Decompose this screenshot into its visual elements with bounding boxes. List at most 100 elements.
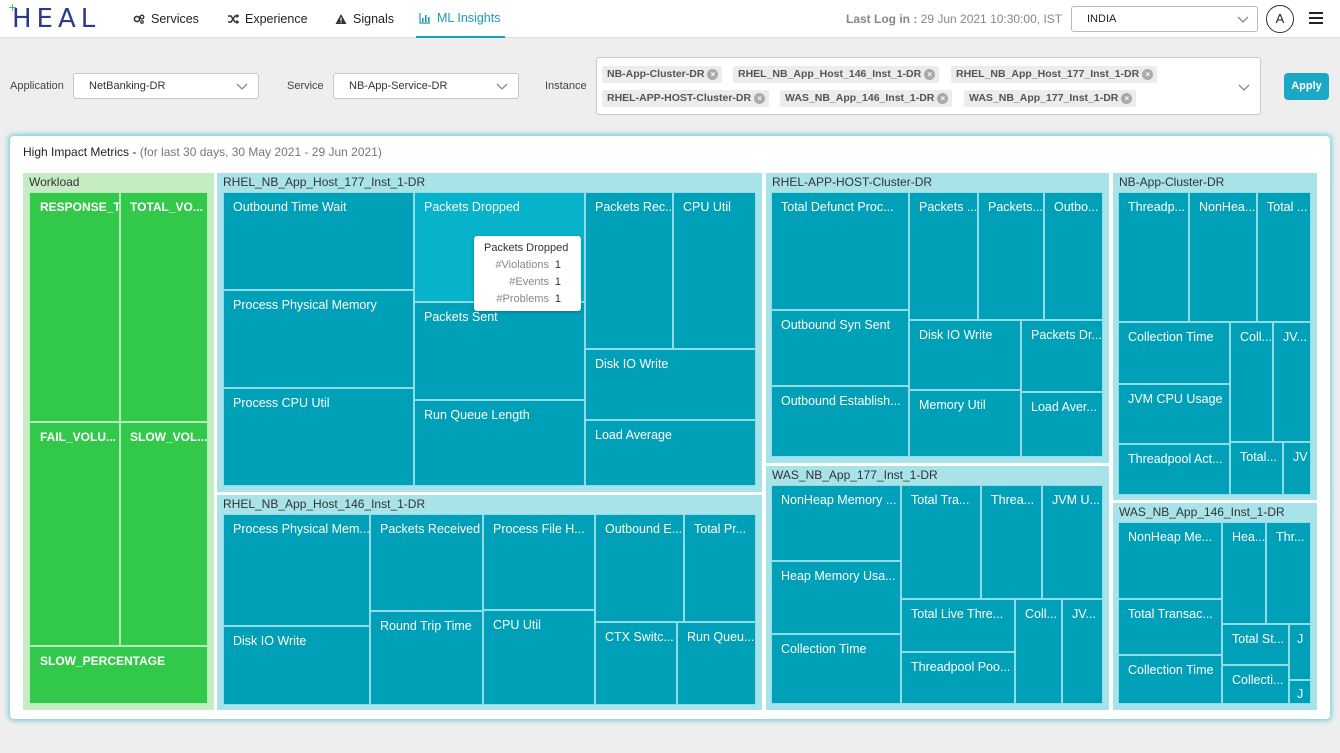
- treemap-cell[interactable]: Total Pr...: [684, 514, 756, 622]
- treemap-cell[interactable]: Collection Time: [1118, 655, 1222, 704]
- treemap-cell[interactable]: JVM U...: [1042, 485, 1103, 599]
- treemap-cell[interactable]: Total Tra...: [901, 485, 981, 599]
- treemap-cell[interactable]: Total Live Thre...: [901, 599, 1015, 652]
- group-title: Workload: [29, 175, 80, 189]
- treemap-cell[interactable]: Coll...: [1230, 322, 1273, 442]
- treemap-cell[interactable]: Outbound E...: [595, 514, 684, 622]
- treemap-cell[interactable]: Threadp...: [1118, 192, 1189, 322]
- treemap-cell[interactable]: NonHea...: [1189, 192, 1257, 322]
- treemap-cell[interactable]: JV...: [1062, 599, 1103, 704]
- treemap-cell[interactable]: Outbound Establish...: [771, 386, 909, 457]
- treemap-cell[interactable]: Packets...: [978, 192, 1044, 320]
- group-title: WAS_NB_App_146_Inst_1-DR: [1119, 505, 1285, 519]
- top-navbar: + HEAL Services Experience Signals ML Ins…: [0, 0, 1340, 38]
- treemap-cell[interactable]: Total...: [1230, 442, 1283, 495]
- treemap-cell[interactable]: JVM CPU Usage: [1118, 384, 1230, 444]
- treemap-cell[interactable]: Load Average: [585, 420, 756, 486]
- treemap-cell[interactable]: NonHeap Memory ...: [771, 485, 901, 561]
- nav-ml-insights[interactable]: ML Insights: [416, 0, 505, 38]
- treemap-cell[interactable]: Packets Dr...: [1021, 320, 1103, 392]
- treemap-cell[interactable]: CPU Util: [673, 192, 756, 349]
- treemap-cell[interactable]: NonHeap Me...: [1118, 522, 1222, 599]
- group-title: RHEL_NB_App_Host_146_Inst_1-DR: [223, 497, 426, 511]
- instance-chip: RHEL_NB_App_Host_177_Inst_1-DR ×: [951, 66, 1158, 83]
- treemap-cell[interactable]: Disk IO Write: [585, 349, 756, 420]
- treemap-cell[interactable]: Round Trip Time: [370, 611, 483, 705]
- treemap-cell[interactable]: Hea...: [1222, 522, 1266, 624]
- remove-chip-icon[interactable]: ×: [1142, 69, 1154, 80]
- treemap-cell[interactable]: Collection Time: [771, 634, 901, 704]
- treemap-cell[interactable]: Thr...: [1266, 522, 1311, 624]
- remove-chip-icon[interactable]: ×: [1121, 93, 1133, 104]
- treemap-cell[interactable]: Packets Received: [370, 514, 483, 611]
- treemap-group-host177: RHEL_NB_App_Host_177_Inst_1-DR Outbound …: [217, 173, 762, 492]
- treemap-cell[interactable]: Total St...: [1222, 624, 1289, 665]
- treemap-cell[interactable]: RESPONSE_T...: [29, 192, 120, 422]
- treemap-cell[interactable]: Packets ...: [909, 192, 978, 320]
- treemap-cell[interactable]: Collection Time: [1118, 322, 1230, 384]
- treemap-cell[interactable]: JV...: [1273, 322, 1311, 442]
- treemap-cell[interactable]: Outbound Time Wait: [223, 192, 414, 290]
- instance-chip: RHEL-APP-HOST-Cluster-DR ×: [602, 90, 770, 107]
- application-select[interactable]: NetBanking-DR: [73, 73, 259, 99]
- treemap-cell[interactable]: Process Physical Memory: [223, 290, 414, 388]
- treemap-cell[interactable]: Outbo...: [1044, 192, 1103, 320]
- treemap-group-cluster: RHEL-APP-HOST-Cluster-DR Total Defunct P…: [766, 173, 1109, 463]
- treemap-group-was146: WAS_NB_App_146_Inst_1-DR NonHeap Me... H…: [1113, 503, 1317, 710]
- treemap-cell[interactable]: Coll...: [1015, 599, 1062, 704]
- treemap-cell[interactable]: Collecti...: [1222, 665, 1289, 704]
- chevron-down-icon: [496, 83, 508, 90]
- treemap-cell[interactable]: FAIL_VOLU...: [29, 422, 120, 646]
- treemap-cell[interactable]: JV: [1283, 442, 1311, 495]
- remove-chip-icon[interactable]: ×: [754, 93, 766, 104]
- treemap-cell[interactable]: Disk IO Write: [909, 320, 1021, 390]
- nav-experience[interactable]: Experience: [227, 0, 308, 38]
- treemap-cell[interactable]: Heap Memory Usa...: [771, 561, 901, 634]
- treemap-cell[interactable]: Outbound Syn Sent: [771, 310, 909, 386]
- treemap-cell[interactable]: Memory Util: [909, 390, 1021, 457]
- remove-chip-icon[interactable]: ×: [707, 69, 719, 80]
- treemap-cell[interactable]: Total Defunct Proc...: [771, 192, 909, 310]
- last-login: Last Log in : 29 Jun 2021 10:30:00, IST: [846, 12, 1063, 26]
- treemap-cell[interactable]: Run Queu...: [677, 622, 756, 705]
- instance-multiselect[interactable]: NB-App-Cluster-DR × RHEL_NB_App_Host_146_…: [596, 57, 1261, 115]
- treemap-cell[interactable]: Total Transac...: [1118, 599, 1222, 655]
- treemap-cell[interactable]: TOTAL_VO...: [120, 192, 208, 422]
- treemap-cell[interactable]: Process File H...: [483, 514, 595, 610]
- remove-chip-icon[interactable]: ×: [924, 69, 936, 80]
- menu-icon[interactable]: [1309, 12, 1323, 27]
- nav-services[interactable]: Services: [133, 0, 199, 38]
- treemap-cell[interactable]: Process CPU Util: [223, 388, 414, 486]
- treemap-cell[interactable]: Threadpool Poo...: [901, 652, 1015, 704]
- treemap-cell[interactable]: J: [1289, 624, 1311, 680]
- treemap-cell[interactable]: Disk IO Write: [223, 626, 370, 705]
- nav-signals[interactable]: Signals: [335, 0, 394, 38]
- country-select[interactable]: INDIA: [1071, 6, 1258, 32]
- treemap-cell[interactable]: Packets Sent: [414, 302, 585, 400]
- treemap-cell[interactable]: Threa...: [981, 485, 1042, 599]
- treemap-cell[interactable]: Threadpool Act...: [1118, 444, 1230, 495]
- group-title: NB-App-Cluster-DR: [1119, 175, 1225, 189]
- bar-chart-icon: [419, 13, 430, 24]
- treemap-group-workload: Workload RESPONSE_T... TOTAL_VO... FAIL_…: [23, 173, 214, 710]
- treemap-cell[interactable]: Process Physical Mem...: [223, 514, 370, 626]
- chevron-down-icon[interactable]: [1238, 81, 1250, 93]
- treemap-cell[interactable]: CPU Util: [483, 610, 595, 705]
- service-select[interactable]: NB-App-Service-DR: [333, 73, 519, 99]
- treemap-cell[interactable]: J: [1289, 680, 1311, 704]
- treemap-cell[interactable]: Load Aver...: [1021, 392, 1103, 457]
- treemap-cell[interactable]: Total ...: [1257, 192, 1311, 322]
- treemap-cell[interactable]: Packets Rec...: [585, 192, 673, 349]
- apply-button[interactable]: Apply: [1284, 73, 1329, 100]
- heal-logo[interactable]: + HEAL: [8, 1, 100, 34]
- group-title: WAS_NB_App_177_Inst_1-DR: [772, 468, 938, 482]
- treemap-cell[interactable]: CTX Switc...: [595, 622, 677, 705]
- treemap-cell[interactable]: SLOW_VOL...: [120, 422, 208, 646]
- remove-chip-icon[interactable]: ×: [937, 93, 949, 104]
- user-avatar[interactable]: A: [1266, 5, 1294, 33]
- warning-triangle-icon: [335, 14, 347, 24]
- treemap-cell[interactable]: Run Queue Length: [414, 400, 585, 486]
- treemap-cell[interactable]: SLOW_PERCENTAGE: [29, 646, 208, 704]
- treemap-group-host146: RHEL_NB_App_Host_146_Inst_1-DR Process P…: [217, 495, 762, 710]
- shuffle-icon: [228, 14, 239, 24]
